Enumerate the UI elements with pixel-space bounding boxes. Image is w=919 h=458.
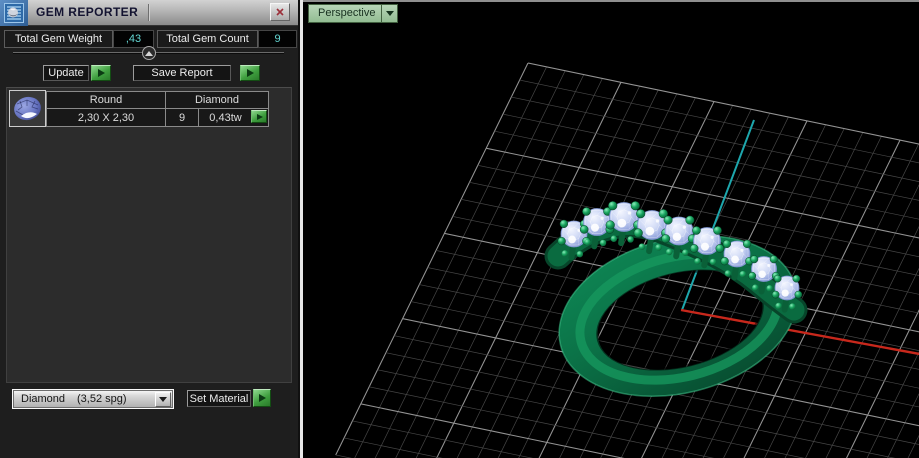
save-report-run-button[interactable] xyxy=(240,65,260,81)
panel-title: GEM REPORTER xyxy=(36,5,139,19)
viewport-canvas[interactable] xyxy=(303,2,919,458)
ring-model xyxy=(544,201,808,397)
viewport-3d[interactable]: Perspective xyxy=(303,0,919,458)
set-material-run-button[interactable] xyxy=(253,389,271,407)
gem-table: Round Diamond 2,30 X 2,30 9 0,43tw xyxy=(46,91,269,127)
total-gem-count-value: 9 xyxy=(258,30,297,48)
panel-titlebar[interactable]: GEM REPORTER xyxy=(0,0,298,26)
close-button[interactable] xyxy=(270,3,290,21)
total-gem-weight-label: Total Gem Weight xyxy=(4,30,113,48)
material-dropdown[interactable]: Diamond (3,52 spg) xyxy=(12,389,174,409)
gem-size-cell: 2,30 X 2,30 xyxy=(47,109,166,126)
view-mode-dropdown[interactable]: Perspective xyxy=(308,4,399,23)
gem-reporter-icon xyxy=(0,0,28,26)
chevron-down-icon xyxy=(385,11,394,16)
application-window: GEM REPORTER Total Gem Weight ,43 Total … xyxy=(0,0,919,458)
close-icon xyxy=(276,8,284,16)
gem-preview-thumbnail xyxy=(9,90,46,127)
round-gem-icon xyxy=(14,96,41,121)
titlebar-divider xyxy=(148,4,149,21)
gem-weight-value: 0,43tw xyxy=(209,111,242,124)
material-density: (3,52 spg) xyxy=(77,393,127,405)
update-button[interactable]: Update xyxy=(43,65,89,81)
gem-weight-cell: 0,43tw xyxy=(199,109,268,126)
total-gem-count-label: Total Gem Count xyxy=(157,30,258,48)
collapse-toggle-button[interactable] xyxy=(142,46,156,60)
chevron-down-icon xyxy=(159,397,167,402)
play-icon xyxy=(247,69,254,77)
play-icon xyxy=(259,394,266,402)
material-name: Diamond xyxy=(21,393,66,405)
gem-count-cell: 9 xyxy=(166,109,199,126)
play-icon xyxy=(256,113,263,120)
gem-shape-header: Round xyxy=(47,92,166,109)
gem-list-groupbox xyxy=(6,87,292,383)
gem-row-select-button[interactable] xyxy=(251,110,267,123)
gem-type-header: Diamond xyxy=(166,92,268,109)
update-run-button[interactable] xyxy=(91,65,111,81)
view-mode-label: Perspective xyxy=(318,7,376,19)
dropdown-arrow-button[interactable] xyxy=(155,392,171,407)
gem-reporter-panel: GEM REPORTER Total Gem Weight ,43 Total … xyxy=(0,0,298,458)
save-report-button[interactable]: Save Report xyxy=(133,65,231,81)
set-material-button[interactable]: Set Material xyxy=(187,390,251,407)
chevron-up-icon xyxy=(145,50,153,56)
play-icon xyxy=(98,69,105,77)
view-dropdown-arrow[interactable] xyxy=(381,5,397,22)
